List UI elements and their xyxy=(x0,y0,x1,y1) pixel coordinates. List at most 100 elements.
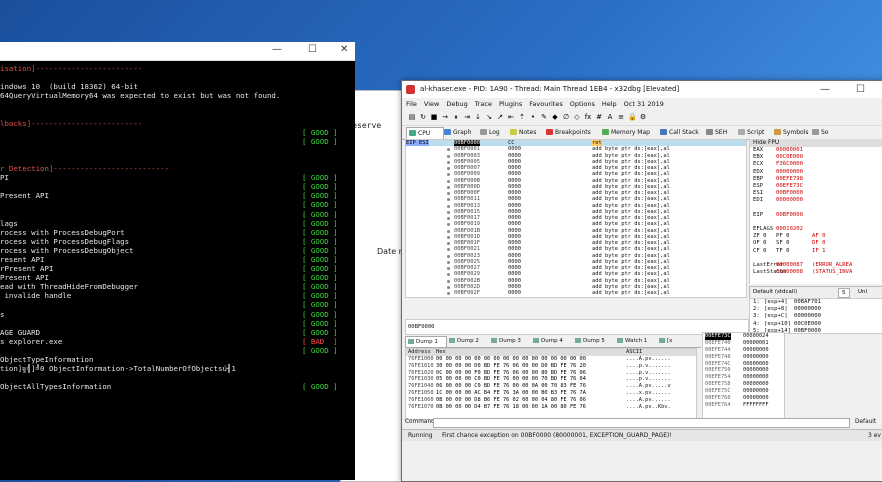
dump-tab[interactable]: Dump 4 xyxy=(531,336,571,346)
breakpoint-dot-icon[interactable] xyxy=(447,210,450,214)
dump-row[interactable]: 76FE1040 06 00 00 00 C0 BD FE 76 00 00 0A… xyxy=(406,383,696,390)
call-convention-select[interactable]: Default (stdcall) xyxy=(753,289,797,295)
menu-item[interactable]: Favourites xyxy=(529,100,562,108)
toolbar-button-icon[interactable]: ↻ xyxy=(419,113,427,121)
breakpoint-dot-icon[interactable] xyxy=(447,242,450,245)
breakpoint-dot-icon[interactable] xyxy=(447,173,450,177)
breakpoint-dot-icon[interactable] xyxy=(447,154,450,158)
stack-row[interactable]: 00EFE74C 00000000 xyxy=(703,361,784,368)
breakpoint-dot-icon[interactable] xyxy=(447,167,450,170)
disasm-row[interactable]: 00BF002F 0000 add byte ptr ds:[eax],al xyxy=(406,290,746,296)
breakpoint-dot-icon[interactable] xyxy=(447,192,450,195)
menu-item[interactable]: Help xyxy=(602,100,617,108)
stack-row[interactable]: 00EFE750 00000000 xyxy=(703,367,784,374)
stack-row[interactable]: 00EFE740 00000001 xyxy=(703,340,784,347)
tab-breakpoints[interactable]: Breakpoints xyxy=(544,127,600,138)
dump-row[interactable]: 76FE1070 0B 00 00 00 D4 B7 FE 76 18 00 00… xyxy=(406,404,696,411)
toolbar-button-icon[interactable]: ↗ xyxy=(496,113,504,121)
disassembly-view[interactable]: EIP ESI 00BF0000 CC ret 00BF0001 0000 add byte… xyxy=(405,139,747,298)
stack-row[interactable]: 00EFE744 00000000 xyxy=(703,347,784,354)
tab-script[interactable]: Script xyxy=(736,127,772,138)
maximize-icon[interactable]: ☐ xyxy=(308,44,317,55)
breakpoint-dot-icon[interactable] xyxy=(447,204,450,208)
console-window[interactable]: — ☐ ✕ isation]------------------------ in… xyxy=(0,42,355,480)
close-icon[interactable]: ✕ xyxy=(340,44,348,55)
dump-tab[interactable]: Dump 1 xyxy=(405,336,447,347)
toolbar-button-icon[interactable]: ✎ xyxy=(540,113,548,121)
breakpoint-dot-icon[interactable] xyxy=(447,185,450,189)
breakpoint-dot-icon[interactable] xyxy=(447,260,450,264)
command-input[interactable] xyxy=(433,418,850,428)
register-row[interactable]: ZF 0 PF 0 AF 0 xyxy=(750,233,882,240)
dump-tab[interactable]: Dump 5 xyxy=(573,336,613,346)
tab-symbols[interactable]: Symbols xyxy=(772,127,810,138)
toolbar-button-icon[interactable]: ⏸ xyxy=(452,113,460,121)
register-row[interactable] xyxy=(750,255,882,262)
breakpoint-dot-icon[interactable] xyxy=(447,217,450,220)
hide-fpu-button[interactable]: Hide FPU xyxy=(750,139,882,147)
register-row[interactable]: EBP 00EFE798 xyxy=(750,176,882,183)
dump-tab[interactable]: Watch 1 xyxy=(615,336,655,346)
minimize-icon[interactable]: — xyxy=(820,81,830,98)
breakpoint-dot-icon[interactable] xyxy=(447,292,450,295)
toolbar-button-icon[interactable]: ◇ xyxy=(573,113,581,121)
register-row[interactable]: LastStatus C0000008 (STATUS_INVA xyxy=(750,269,882,276)
dump-row[interactable]: 76FE1010 30 00 00 00 D0 BD FE 76 06 00 00… xyxy=(406,363,696,370)
menu-item[interactable]: File xyxy=(406,100,417,108)
toolbar-button-icon[interactable]: 🔒 xyxy=(628,113,637,121)
dump-row[interactable]: 76FE1060 0B 00 00 00 D8 B6 FE 76 02 00 00… xyxy=(406,397,696,404)
toolbar-button-icon[interactable]: ◆ xyxy=(551,113,559,121)
register-row[interactable]: EAX 00000001 xyxy=(750,147,882,154)
arg-count-input[interactable]: 5 xyxy=(838,288,850,298)
register-row[interactable]: EFLAGS 00010202 xyxy=(750,226,882,233)
menu-item[interactable]: Debug xyxy=(446,100,467,108)
tab-log[interactable]: Log xyxy=(478,127,508,138)
stack-row[interactable]: 00EFE764 FFFFFFFF xyxy=(703,402,784,409)
minimize-icon[interactable]: — xyxy=(272,44,282,55)
register-row[interactable]: CF 0 TF 0 IF 1 xyxy=(750,248,882,255)
stack-view[interactable]: 00EFE73C 00000024 00EFE740 00000001 00EFE744… xyxy=(702,332,785,420)
toolbar-button-icon[interactable]: ≡ xyxy=(617,113,625,121)
tab-seh[interactable]: SEH xyxy=(704,127,736,138)
breakpoint-dot-icon[interactable] xyxy=(447,229,450,233)
stack-row[interactable]: 00EFE754 00000000 xyxy=(703,374,784,381)
command-mode-select[interactable]: Default xyxy=(855,417,876,428)
breakpoint-dot-icon[interactable] xyxy=(447,198,450,202)
register-row[interactable]: OF 0 SF 0 DF 0 xyxy=(750,240,882,247)
breakpoint-dot-icon[interactable] xyxy=(447,248,450,252)
tab-graph[interactable]: Graph xyxy=(442,127,478,138)
menu-item[interactable]: Plugins xyxy=(499,100,522,108)
dump-tab[interactable]: [x xyxy=(657,336,697,346)
dump-row[interactable]: 76FE1020 0C 00 00 00 F0 BD FE 76 06 00 00… xyxy=(406,370,696,377)
stack-row[interactable]: 00EFE75C 00000000 xyxy=(703,388,784,395)
breakpoint-dot-icon[interactable] xyxy=(447,235,450,239)
breakpoint-dot-icon[interactable] xyxy=(447,179,450,183)
dump-row[interactable]: 76FE1000 00 00 00 00 00 00 00 00 00 00 00… xyxy=(406,356,696,363)
stack-row[interactable]: 00EFE760 00000000 xyxy=(703,395,784,402)
register-row[interactable]: EDI 00000000 xyxy=(750,197,882,204)
register-row[interactable]: LastError 00000087 (ERROR_ALREA xyxy=(750,262,882,269)
registers-panel[interactable]: Hide FPU EAX 00000001 EBX 00C0E000 ECX F36C00… xyxy=(749,139,882,284)
debugger-window[interactable]: al-khaser.exe - PID: 1A90 - Thread: Main… xyxy=(401,80,882,482)
menu-item[interactable]: Trace xyxy=(475,100,492,108)
breakpoint-dot-icon[interactable] xyxy=(447,279,450,283)
breakpoint-dot-icon[interactable] xyxy=(447,285,450,289)
stack-row[interactable]: 00EFE758 00000000 xyxy=(703,381,784,388)
toolbar-button-icon[interactable]: A xyxy=(606,113,614,121)
debugger-titlebar[interactable]: al-khaser.exe - PID: 1A90 - Thread: Main… xyxy=(402,81,882,98)
toolbar-button-icon[interactable]: → xyxy=(441,113,449,121)
dump-row[interactable]: 76FE1050 1C 00 00 00 AC B4 FE 76 3A 00 00… xyxy=(406,390,696,397)
register-row[interactable] xyxy=(750,205,882,212)
toolbar-button-icon[interactable]: ↘ xyxy=(485,113,493,121)
console-titlebar[interactable]: — ☐ ✕ xyxy=(0,42,355,61)
register-row[interactable]: ESP 00EFE73C xyxy=(750,183,882,190)
breakpoint-dot-icon[interactable] xyxy=(447,273,450,277)
register-row[interactable]: ESI 00BF0000 xyxy=(750,190,882,197)
menu-item[interactable]: Options xyxy=(570,100,595,108)
toolbar-button-icon[interactable]: ⇡ xyxy=(518,113,526,121)
register-row[interactable] xyxy=(750,219,882,226)
stack-row[interactable]: 00EFE748 00000000 xyxy=(703,354,784,361)
tab-cpu[interactable]: CPU xyxy=(406,127,444,139)
breakpoint-dot-icon[interactable] xyxy=(447,148,450,152)
toolbar-button-icon[interactable]: ⇤ xyxy=(507,113,515,121)
